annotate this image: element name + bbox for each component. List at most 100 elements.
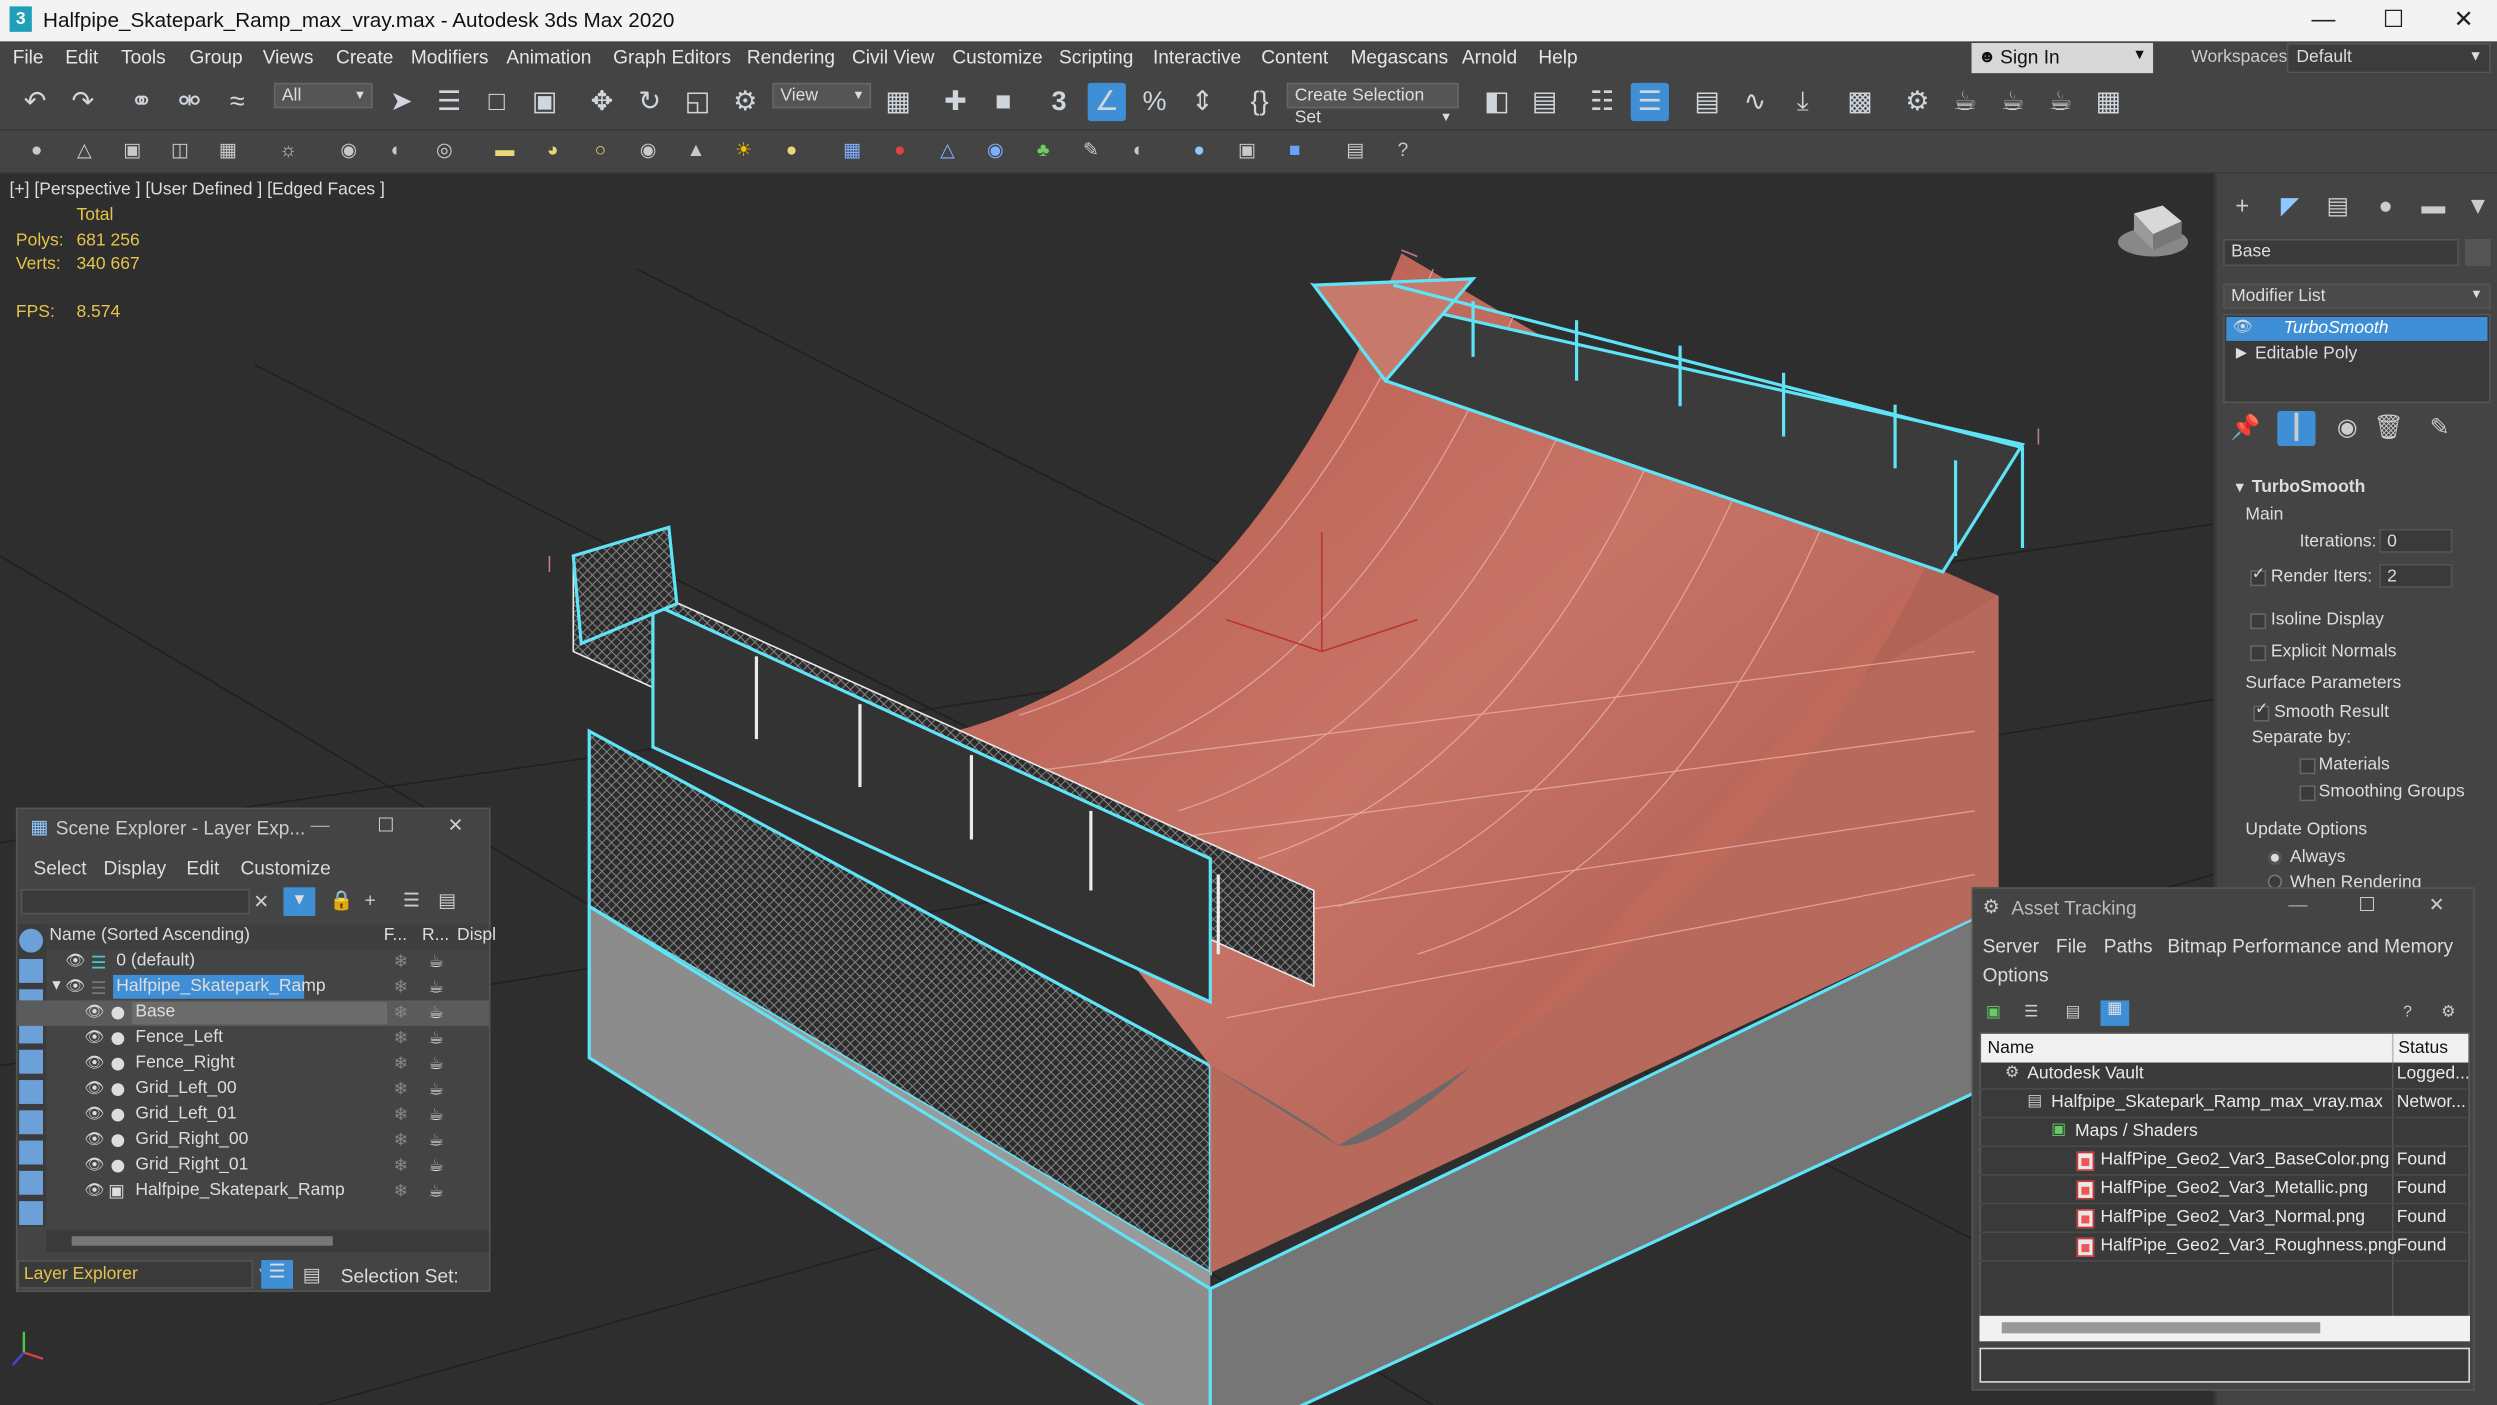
eye-icon[interactable]: 👁 <box>65 978 85 996</box>
iterations-spinner[interactable]: 0 <box>2379 528 2453 553</box>
freeze-icon[interactable]: ❄ <box>393 1155 408 1176</box>
placement-icon[interactable]: ⚙ <box>726 83 764 121</box>
menu-edit[interactable]: Edit <box>65 46 98 68</box>
cylinder-icon[interactable]: ◫ <box>166 135 195 164</box>
object-color-swatch[interactable] <box>2465 238 2491 267</box>
menu-rendering[interactable]: Rendering <box>747 46 835 68</box>
column-render[interactable]: R... <box>422 926 449 945</box>
eye-icon[interactable]: 👁 <box>84 1131 104 1149</box>
always-radio[interactable] <box>2267 850 2283 865</box>
close-button[interactable]: ✕ <box>2429 894 2445 916</box>
maximize-button[interactable]: ☐ <box>2358 894 2375 916</box>
make-unique-icon[interactable]: ◉ <box>2328 411 2366 446</box>
minimize-button[interactable]: — <box>311 814 330 836</box>
maximize-button[interactable]: ☐ <box>377 814 394 836</box>
menu-scripting[interactable]: Scripting <box>1059 46 1133 68</box>
configure-modifier-sets-icon[interactable]: ✎ <box>2421 411 2459 446</box>
dome-icon[interactable]: ◕ <box>538 135 567 164</box>
pin-stack-icon[interactable]: 📌 <box>2226 411 2264 446</box>
reference-coordinate-dropdown[interactable]: View ▼ <box>772 82 872 109</box>
freeze-icon[interactable]: ❄ <box>393 1129 408 1150</box>
menu-tools[interactable]: Tools <box>121 46 166 68</box>
object-row[interactable]: 👁 Grid_Left_00 ❄ ☕ <box>18 1077 489 1102</box>
plane-icon[interactable]: ▬ <box>490 135 519 164</box>
new-layer-icon[interactable]: + <box>365 889 376 911</box>
render-iters-checkbox[interactable] <box>2250 566 2267 587</box>
menu-arnold[interactable]: Arnold <box>1462 46 1517 68</box>
layer-row[interactable]: 👁 ☰ 0 (default) ❄ ☕ <box>18 949 489 974</box>
scene-horizontal-scrollbar[interactable] <box>46 1229 489 1253</box>
maximize-button[interactable]: ☐ <box>2357 0 2430 41</box>
scale-icon[interactable]: ◱ <box>678 83 716 121</box>
grid-view-icon[interactable]: ▦ <box>2100 1000 2130 1026</box>
light-icon[interactable]: ☼ <box>274 135 303 164</box>
asset-row[interactable]: ▣ Maps / Shaders <box>1979 1118 2467 1147</box>
rollout-collapse-icon[interactable]: ▼ <box>2233 479 2247 495</box>
column-name[interactable]: Name <box>1987 1039 2034 1058</box>
asset-menu-server[interactable]: Server <box>1983 935 2039 957</box>
redo-icon[interactable]: ↷ <box>64 83 102 121</box>
asset-horizontal-scrollbar[interactable] <box>1979 1315 2470 1342</box>
eye-icon[interactable]: 👁 <box>84 1106 104 1124</box>
scene-menu-edit[interactable]: Edit <box>186 857 219 879</box>
asset-row[interactable]: HalfPipe_Geo2_Var3_BaseColor.png Found <box>1979 1147 2467 1176</box>
vray-frame-buffer-icon[interactable]: ▣ <box>1233 135 1262 164</box>
toggle-ribbon-icon[interactable]: ▤ <box>1688 83 1726 121</box>
freeze-icon[interactable]: ❄ <box>393 1027 408 1048</box>
layer-row[interactable]: ▼ 👁 ☰ Halfpipe_Skatepark_Ramp ❄ ☕ <box>18 974 489 1000</box>
angle-snap-icon[interactable]: ∠ <box>1087 82 1126 122</box>
smoothing-groups-checkbox[interactable] <box>2299 785 2316 802</box>
freeze-icon[interactable]: ❄ <box>393 977 408 997</box>
freeze-icon[interactable]: ❄ <box>393 1002 408 1023</box>
eye-icon[interactable]: 👁 <box>84 1182 104 1200</box>
settings-icon[interactable]: ⚙ <box>2441 1004 2455 1022</box>
object-row[interactable]: 👁 Base ❄ ☕ <box>17 1000 489 1026</box>
asset-row[interactable]: HalfPipe_Geo2_Var3_Metallic.png Found <box>1979 1176 2467 1205</box>
close-button[interactable]: ✕ <box>2427 0 2497 41</box>
chevron-down-icon[interactable]: ▼ <box>49 977 63 993</box>
menu-megascans[interactable]: Megascans <box>1350 46 1448 68</box>
teapot-icon[interactable]: ☕ <box>428 1027 444 1048</box>
vray-fur-2-icon[interactable]: △ <box>933 135 962 164</box>
render-grid-icon[interactable]: ▦ <box>2089 83 2127 121</box>
explorer-mode-dropdown[interactable]: Layer Explorer <box>17 1260 254 1289</box>
rendered-frame-window-icon[interactable]: ☕ <box>1946 83 1984 121</box>
eye-icon[interactable]: 👁 <box>84 1080 104 1098</box>
sun-icon[interactable]: ☀ <box>729 135 758 164</box>
teapot-icon[interactable]: ☕ <box>428 1002 444 1023</box>
freeze-icon[interactable]: ❄ <box>393 951 408 972</box>
vray-fur-icon[interactable]: ● <box>885 135 914 164</box>
render-setup-icon[interactable]: ⚙ <box>1898 83 1936 121</box>
layers-toggle-icon[interactable]: ☰ <box>261 1260 294 1289</box>
vray-sphere-icon[interactable]: ◉ <box>981 135 1010 164</box>
unlink-icon[interactable]: ⚮ <box>170 83 208 121</box>
modifier-list-dropdown[interactable]: Modifier List ▼ <box>2223 283 2491 310</box>
toggle-scene-explorer-icon[interactable]: ☷ <box>1583 83 1621 121</box>
toggle-layer-explorer-icon[interactable]: ☰ <box>1630 82 1669 122</box>
teapot-icon[interactable]: ☕ <box>428 1104 444 1125</box>
display-tab-icon[interactable]: ▬ <box>2414 190 2452 225</box>
display-groups-icon[interactable] <box>19 1201 43 1226</box>
space-warp-icon[interactable]: ◎ <box>430 135 459 164</box>
scrollbar-thumb[interactable] <box>71 1236 333 1246</box>
stack-item-editable-poly[interactable]: ▶ Editable Poly <box>2226 342 2487 366</box>
column-freeze[interactable]: F... <box>384 926 407 945</box>
rectangular-selection-icon[interactable]: □ <box>478 83 516 121</box>
object-row[interactable]: 👁 Fence_Left ❄ ☕ <box>18 1026 489 1051</box>
link-icon[interactable]: ⚭ <box>123 83 161 121</box>
layers-icon[interactable]: ☰ <box>403 889 420 911</box>
minimize-button[interactable]: — <box>2287 0 2360 41</box>
asset-row[interactable]: ▤ Halfpipe_Skatepark_Ramp_max_vray.max N… <box>1979 1090 2467 1119</box>
render-iters-spinner[interactable]: 2 <box>2379 563 2453 588</box>
keyboard-shortcut-override-icon[interactable]: ■ <box>984 83 1022 121</box>
teapot-icon[interactable]: ☕ <box>428 1129 444 1150</box>
menu-civil-view[interactable]: Civil View <box>852 46 934 68</box>
isoline-display-checkbox[interactable] <box>2250 613 2267 630</box>
hierarchy-tab-icon[interactable]: ▤ <box>2319 190 2357 225</box>
list-view-icon[interactable]: ☰ <box>2024 1004 2038 1022</box>
asset-row[interactable]: HalfPipe_Geo2_Var3_Normal.png Found <box>1979 1204 2467 1233</box>
object-row[interactable]: 👁 Grid_Right_00 ❄ ☕ <box>18 1128 489 1153</box>
asset-menu-options[interactable]: Options <box>1983 964 2049 986</box>
stack-item-turbosmooth[interactable]: 👁 TurboSmooth <box>2226 317 2488 341</box>
undo-icon[interactable]: ↶ <box>16 83 54 121</box>
